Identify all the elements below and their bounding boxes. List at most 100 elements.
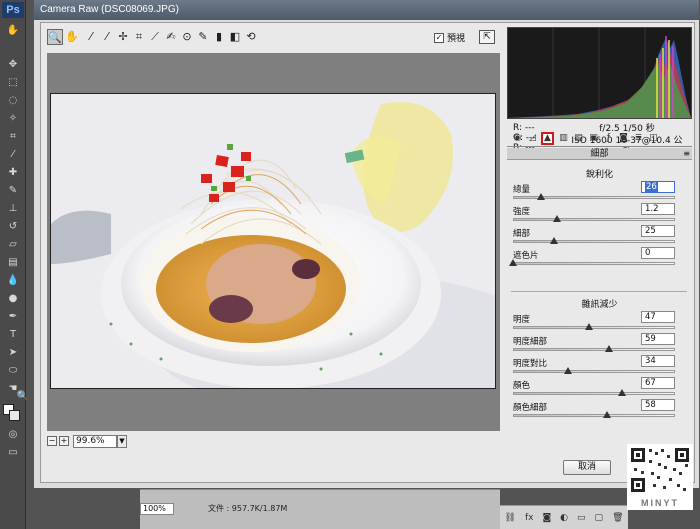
graduated-filter-icon[interactable]: ▮ — [211, 29, 227, 45]
eyedropper-tool-icon[interactable]: ⁄ — [4, 148, 22, 162]
pen-tool-icon[interactable]: ✒ — [4, 310, 22, 324]
food-photo — [50, 93, 496, 389]
slider-thumb[interactable] — [602, 411, 611, 418]
slider-value-field[interactable]: 25 — [641, 225, 675, 237]
magic-wand-tool-icon[interactable]: ✧ — [4, 112, 22, 126]
crop-tool-icon[interactable]: ⌗ — [4, 130, 22, 144]
layer-style-icon[interactable]: fx — [525, 513, 534, 523]
crop-tool-icon[interactable]: ⌗ — [131, 29, 147, 45]
delete-layer-icon[interactable]: 🗑 — [612, 513, 623, 523]
zoom-dropdown-icon[interactable]: ▼ — [117, 435, 127, 448]
slider-track[interactable] — [513, 240, 675, 243]
slider-label: 明度 — [513, 315, 531, 325]
spot-removal-tool-icon[interactable]: ✍ — [163, 29, 179, 45]
slider-value-field[interactable]: 0 — [641, 247, 675, 259]
zoom-tool-icon[interactable]: 🔍 — [47, 29, 63, 45]
healing-brush-tool-icon[interactable]: ✚ — [4, 166, 22, 180]
slider-value-field[interactable]: 34 — [641, 355, 675, 367]
red-eye-tool-icon[interactable]: ⊙ — [179, 29, 195, 45]
slider-track[interactable] — [513, 370, 675, 373]
slider-thumb[interactable] — [617, 389, 626, 396]
zoom-tool-icon[interactable]: 🔍 — [14, 390, 32, 404]
cancel-button[interactable]: 取消 — [563, 460, 611, 475]
preview-toggle[interactable]: ✓ 預視 — [433, 31, 465, 44]
targeted-adjustment-tool-icon[interactable]: ✢ — [115, 29, 131, 45]
new-group-icon[interactable]: ▭ — [577, 513, 586, 523]
hand-tool-icon[interactable]: ✋ — [64, 29, 80, 45]
screen-mode-icon[interactable]: ▭ — [4, 446, 22, 460]
link-layers-icon[interactable]: ⛓ — [505, 513, 516, 523]
slider-label: 強度 — [513, 207, 531, 217]
background-color-swatch[interactable] — [9, 410, 20, 421]
slider-value-field[interactable]: 58 — [641, 399, 675, 411]
sharpen-section-title: 銳利化 — [585, 170, 613, 180]
clone-stamp-tool-icon[interactable]: ⊥ — [4, 202, 22, 216]
slider-label: 顏色細部 — [513, 403, 548, 413]
slider-label: 顏色 — [513, 381, 531, 391]
slider-value-field[interactable]: 1.2 — [641, 203, 675, 215]
marquee-tool-icon[interactable]: ⬚ — [4, 76, 22, 90]
slider-value-field[interactable]: 67 — [641, 377, 675, 389]
tab-detail-icon[interactable]: ▲ — [541, 132, 554, 145]
zoom-level-field[interactable]: 99.6% — [73, 435, 117, 448]
slider-thumb[interactable] — [509, 259, 517, 266]
preview-checkbox[interactable]: ✓ — [433, 32, 444, 43]
slider-track[interactable] — [513, 348, 675, 351]
slider-value-field[interactable]: 59 — [641, 333, 675, 345]
straighten-tool-icon[interactable]: ⟋ — [147, 29, 163, 45]
sharpen-masking-control: 遮色片 0 — [509, 247, 675, 271]
gradient-tool-icon[interactable]: ▤ — [4, 256, 22, 270]
tab-effects-icon[interactable]: ƒ — [602, 132, 615, 145]
slider-thumb[interactable] — [604, 345, 613, 352]
path-selection-tool-icon[interactable]: ➤ — [4, 346, 22, 360]
shape-tool-icon[interactable]: ⬭ — [4, 364, 22, 378]
noise-color-control: 顏色 67 — [513, 377, 675, 401]
lasso-tool-icon[interactable]: ◌ — [4, 94, 22, 108]
slider-thumb[interactable] — [585, 323, 594, 330]
tab-lens-corrections-icon[interactable]: ▣ — [587, 132, 600, 145]
status-zoom-field[interactable]: 100% — [140, 503, 174, 515]
tab-split-toning-icon[interactable]: ▤ — [572, 132, 585, 145]
white-balance-tool-icon[interactable]: ⁄ — [83, 29, 99, 45]
tab-camera-calibration-icon[interactable]: ◙ — [617, 132, 630, 145]
slider-value-field[interactable]: 26 — [641, 181, 675, 193]
slider-track[interactable] — [513, 326, 675, 329]
adjustment-brush-icon[interactable]: ✎ — [195, 29, 211, 45]
color-sampler-tool-icon[interactable]: ⁄ — [99, 29, 115, 45]
tab-basic-icon[interactable]: ◉ — [511, 132, 524, 145]
eraser-tool-icon[interactable]: ▱ — [4, 238, 22, 252]
fullscreen-toggle-icon[interactable]: ⇱ — [479, 30, 495, 44]
blur-tool-icon[interactable]: 💧 — [4, 274, 22, 288]
rotate-icon[interactable]: ⟲ — [243, 29, 259, 45]
slider-thumb[interactable] — [549, 237, 558, 244]
slider-track[interactable] — [513, 218, 675, 221]
slider-track[interactable] — [513, 414, 675, 417]
sharpen-radius-control: 強度 1.2 — [513, 203, 675, 227]
zoom-in-button[interactable]: + — [59, 436, 69, 446]
camera-raw-toolbar: 🔍 ✋ ⁄ ⁄ ✢ ⌗ ⟋ ✍ ⊙ ✎ ▮ ◧ ⟲ ✓ 預視 ⇱ — [47, 27, 499, 49]
hand-tool-icon[interactable]: ✋ — [4, 24, 22, 38]
new-layer-icon[interactable]: ▢ — [595, 513, 604, 523]
adjustment-layer-icon[interactable]: ◐ — [560, 513, 568, 523]
slider-thumb[interactable] — [564, 367, 573, 374]
preferences-icon[interactable]: ◧ — [227, 29, 243, 45]
tab-snapshots-icon[interactable]: ◫ — [647, 132, 660, 145]
preview-canvas[interactable] — [47, 53, 500, 431]
panel-menu-icon[interactable]: ≡ — [683, 149, 690, 159]
slider-value-field[interactable]: 47 — [641, 311, 675, 323]
slider-thumb[interactable] — [552, 215, 561, 222]
quick-mask-icon[interactable]: ◎ — [4, 428, 22, 442]
slider-thumb[interactable] — [536, 193, 545, 200]
layer-mask-icon[interactable]: ◙ — [542, 513, 551, 523]
move-tool-icon[interactable]: ✥ — [4, 58, 22, 72]
history-brush-tool-icon[interactable]: ↺ — [4, 220, 22, 234]
slider-track[interactable] — [513, 392, 675, 395]
tab-hsl-icon[interactable]: ▥ — [557, 132, 570, 145]
brush-tool-icon[interactable]: ✎ — [4, 184, 22, 198]
zoom-out-button[interactable]: − — [47, 436, 57, 446]
type-tool-icon[interactable]: T — [4, 328, 22, 342]
tab-presets-icon[interactable]: ≣ — [632, 132, 645, 145]
tab-tone-curve-icon[interactable]: ◿ — [526, 132, 539, 145]
slider-track[interactable] — [513, 262, 675, 265]
dodge-tool-icon[interactable]: ● — [4, 292, 22, 306]
